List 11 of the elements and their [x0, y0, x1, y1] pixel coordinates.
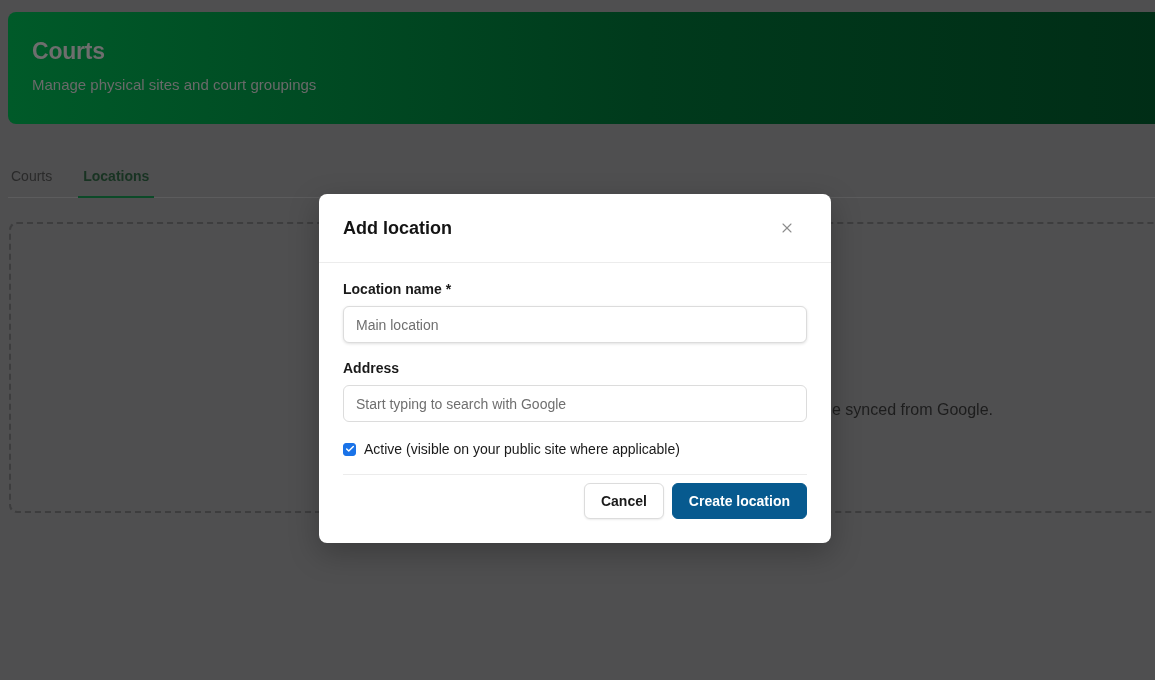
field-label: Address	[343, 359, 401, 377]
page-title: Courts	[32, 38, 106, 64]
input-field[interactable]: Main location	[343, 306, 807, 343]
dialog-title: Add location	[343, 217, 452, 239]
page-subtitle: Manage physical sites and court groupings	[32, 75, 318, 95]
checkbox[interactable]	[343, 442, 356, 456]
checkbox-label: Active (visible on your public site where applicable)	[364, 440, 680, 458]
create-button[interactable]: Create location	[671, 483, 807, 519]
input-field[interactable]: Start typing to search with Google	[343, 385, 807, 422]
cancel-button[interactable]: Cancel	[583, 483, 664, 519]
field-label: Location name *	[343, 280, 453, 298]
